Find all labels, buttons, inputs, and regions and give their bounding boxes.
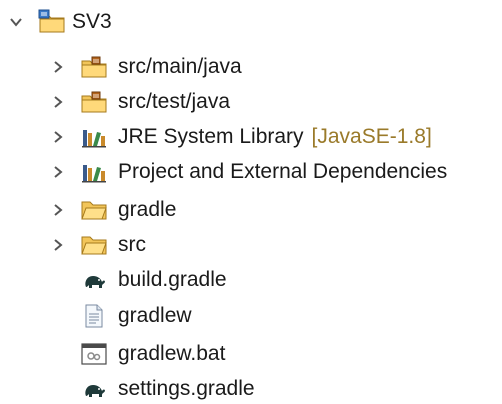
tree-item-label: src/test/java [118, 90, 231, 113]
tree-item-gradlew-bat[interactable]: gradlew.bat [46, 336, 225, 372]
source-folder-icon [80, 53, 108, 81]
gradle-elephant-icon [80, 375, 108, 403]
tree-item-label: gradle [118, 198, 177, 221]
tree-item-src-test-java[interactable]: src/test/java [46, 84, 230, 120]
tree-item-jre-system-library[interactable]: JRE System Library [JavaSE-1.8] [46, 119, 432, 155]
chevron-down-icon[interactable] [4, 10, 28, 34]
tree-item-label: SV3 [72, 10, 112, 33]
jre-version-decoration: [JavaSE-1.8] [311, 125, 432, 148]
tree-item-src-main-java[interactable]: src/main/java [46, 49, 242, 85]
tree-item-label: Project and External Dependencies [118, 160, 448, 183]
text-file-icon [80, 302, 108, 330]
folder-icon [80, 196, 108, 224]
project-explorer-tree: SV3 src/main/java src/test/java JRE Syst… [0, 0, 502, 404]
folder-icon [80, 231, 108, 259]
tree-item-label: JRE System Library [118, 125, 304, 148]
tree-item-settings-gradle[interactable]: settings.gradle [46, 371, 255, 404]
gradle-elephant-icon [80, 266, 108, 294]
chevron-right-icon[interactable] [46, 198, 70, 222]
gradle-project-folder-icon [38, 8, 66, 36]
tree-item-label: gradlew [118, 304, 192, 327]
chevron-right-icon[interactable] [46, 233, 70, 257]
source-folder-icon [80, 88, 108, 116]
tree-item-gradle-folder[interactable]: gradle [46, 192, 176, 228]
chevron-right-icon[interactable] [46, 160, 70, 184]
tree-item-gradlew[interactable]: gradlew [46, 298, 192, 334]
library-icon [80, 158, 108, 186]
chevron-right-icon[interactable] [46, 125, 70, 149]
library-icon [80, 123, 108, 151]
tree-item-build-gradle[interactable]: build.gradle [46, 262, 227, 298]
chevron-right-icon[interactable] [46, 55, 70, 79]
chevron-right-icon[interactable] [46, 90, 70, 114]
tree-item-project-external-dependencies[interactable]: Project and External Dependencies [46, 154, 447, 190]
tree-item-label: src [118, 233, 146, 256]
batch-file-icon [80, 340, 108, 368]
tree-item-label: src/main/java [118, 55, 242, 78]
tree-item-label: settings.gradle [118, 377, 255, 400]
tree-item-sv3[interactable]: SV3 [4, 4, 112, 40]
tree-item-src-folder[interactable]: src [46, 227, 146, 263]
tree-item-label: gradlew.bat [118, 342, 226, 365]
tree-item-label: build.gradle [118, 268, 227, 291]
